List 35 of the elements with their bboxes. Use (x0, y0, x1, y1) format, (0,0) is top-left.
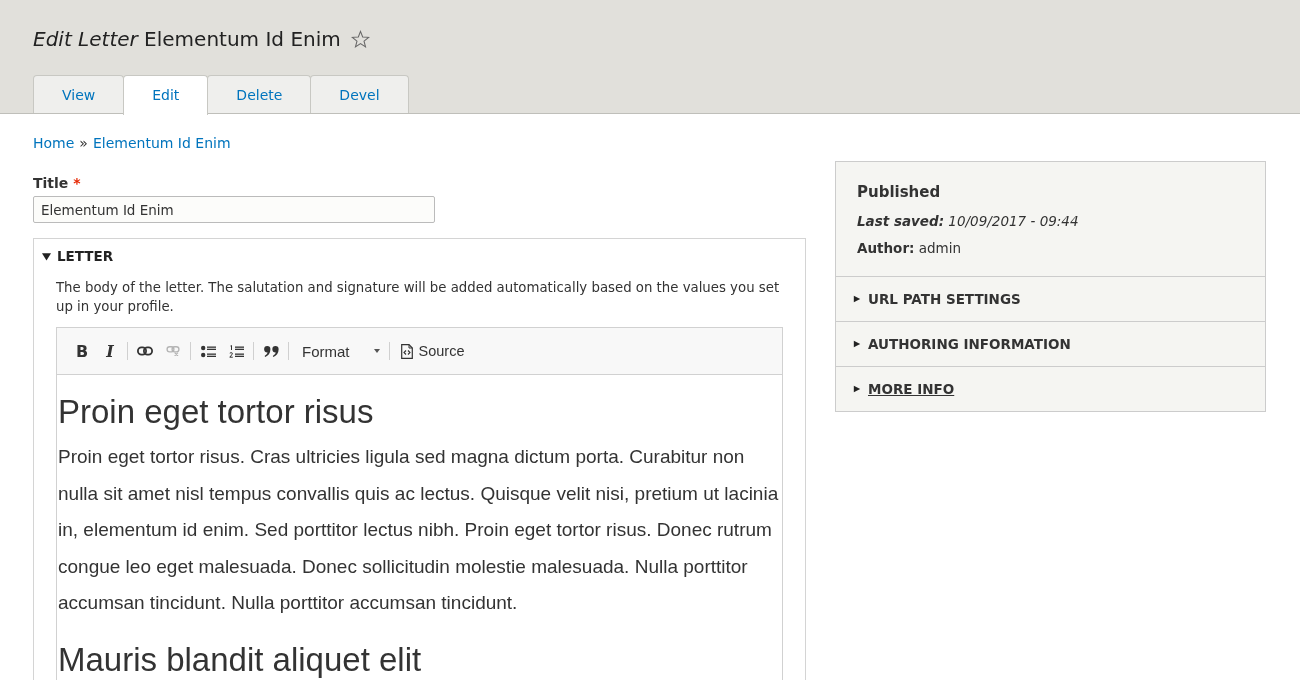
numbered-list-icon (228, 344, 244, 358)
letter-toggle[interactable]: LETTER (34, 239, 122, 266)
tab[interactable]: View (33, 75, 125, 113)
editor-heading: Mauris blandit aliquet elit (58, 641, 423, 678)
field-description: The body of the letter. The salutation and signature will be added automatically based on the values you set up in your profile. (56, 279, 781, 316)
collapsible-section-toggle[interactable]: URL PATH SETTINGS (836, 276, 1265, 321)
chain-link-icon (137, 346, 153, 356)
author-text: Author: admin (857, 239, 963, 258)
tab[interactable]: Devel (310, 75, 409, 113)
title-label: Title (33, 174, 69, 193)
broken-chain-icon (165, 346, 181, 356)
tab[interactable]: Edit (123, 75, 209, 115)
title-input[interactable]: Elementum Id Enim (33, 196, 435, 223)
last-saved-text: Last saved: 10/09/2017 - 09:44 (857, 212, 1080, 231)
source-button[interactable]: Source (392, 338, 467, 364)
star-icon[interactable] (350, 29, 370, 49)
collapsible-section-toggle[interactable]: AUTHORING INFORMATION (836, 321, 1265, 366)
collapsible-section-toggle[interactable]: MORE INFO (836, 366, 1265, 411)
required-asterisk: * (73, 174, 81, 193)
editor-heading: Proin eget tortor risus (58, 394, 375, 430)
format-dropdown[interactable]: Format (292, 338, 386, 364)
tab[interactable]: Delete (207, 75, 312, 113)
text-editor[interactable] (56, 327, 783, 680)
breadcrumb-link[interactable]: Home (33, 133, 75, 153)
quote-marks-icon (263, 345, 279, 357)
breadcrumb-link[interactable]: Elementum Id Enim (92, 133, 231, 153)
publish-status: Published (857, 182, 942, 203)
breadcrumb-separator: » (79, 134, 88, 153)
page-title: Edit Letter Elementum Id Enim (33, 26, 341, 53)
editor-paragraph: Proin eget tortor risus. Cras ultricies ligula sed magna dictum porta. Curabitur non nulla sit amet nisl tempus convallis quis ac lectus. Quisque velit nisi, pretium ut lacinia in, elementum id enim. Sed porttitor lectus nibh. Proin eget tortor risus. Donec rutrum congue leo eget malesuada. Donec sollicitudin molestie malesuada. Nulla porttitor accumsan tincidunt. Nulla porttitor accumsan tincidunt. (58, 445, 780, 615)
caret-icon (373, 349, 380, 353)
bold-button[interactable]: B (68, 338, 96, 364)
bulleted-list-icon (200, 344, 216, 358)
code-document-icon (400, 343, 413, 359)
italic-button[interactable]: I (96, 338, 124, 364)
